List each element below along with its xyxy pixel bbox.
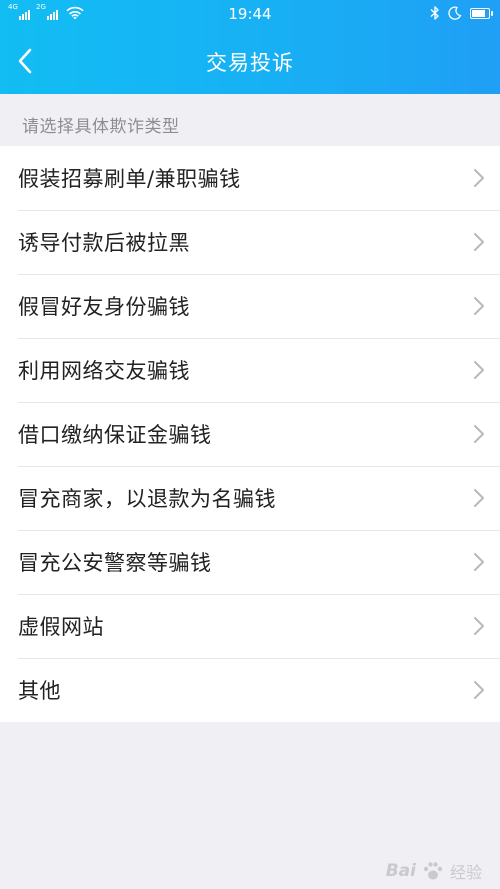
chevron-right-icon	[474, 233, 484, 251]
list-item-label: 假冒好友身份骗钱	[18, 295, 190, 319]
list-item[interactable]: 其他	[0, 658, 500, 722]
app-header: 4G 2G 19:44 交易投诉	[0, 0, 500, 94]
section-label: 请选择具体欺诈类型	[22, 117, 180, 137]
list-item[interactable]: 借口缴纳保证金骗钱	[0, 402, 500, 466]
list-item-label: 冒充公安警察等骗钱	[18, 551, 212, 575]
list-item-label: 假装招募刷单/兼职骗钱	[18, 167, 241, 191]
battery-icon	[470, 7, 493, 19]
fraud-type-list: 假装招募刷单/兼职骗钱 诱导付款后被拉黑 假冒好友身份骗钱 利用网络交友骗钱 借…	[0, 146, 500, 722]
chevron-right-icon	[474, 361, 484, 379]
list-item[interactable]: 假冒好友身份骗钱	[0, 274, 500, 338]
list-item[interactable]: 利用网络交友骗钱	[0, 338, 500, 402]
moon-icon	[448, 6, 462, 20]
chevron-right-icon	[474, 681, 484, 699]
chevron-right-icon	[474, 617, 484, 635]
chevron-right-icon	[474, 169, 484, 187]
bluetooth-icon	[430, 6, 439, 20]
chevron-right-icon	[474, 297, 484, 315]
list-item[interactable]: 诱导付款后被拉黑	[0, 210, 500, 274]
watermark-brand: Bai	[385, 861, 416, 881]
status-bar: 4G 2G 19:44	[0, 0, 500, 28]
chevron-right-icon	[474, 425, 484, 443]
status-time: 19:44	[228, 5, 272, 23]
list-item-label: 冒充商家，以退款为名骗钱	[18, 487, 276, 511]
status-right	[430, 5, 493, 21]
watermark: Bai 经验	[386, 859, 482, 883]
chevron-right-icon	[474, 553, 484, 571]
list-item-label: 借口缴纳保证金骗钱	[18, 423, 212, 447]
paw-icon	[423, 862, 443, 880]
list-item[interactable]: 假装招募刷单/兼职骗钱	[0, 146, 500, 210]
list-item-label: 其他	[18, 679, 61, 703]
list-item[interactable]: 冒充商家，以退款为名骗钱	[0, 466, 500, 530]
list-item[interactable]: 虚假网站	[0, 594, 500, 658]
page-title: 交易投诉	[206, 51, 294, 75]
watermark-suffix: 经验	[449, 863, 482, 882]
list-item[interactable]: 冒充公安警察等骗钱	[0, 530, 500, 594]
chevron-right-icon	[474, 489, 484, 507]
list-item-label: 虚假网站	[18, 615, 104, 639]
list-item-label: 利用网络交友骗钱	[18, 359, 190, 383]
list-item-label: 诱导付款后被拉黑	[18, 231, 190, 255]
